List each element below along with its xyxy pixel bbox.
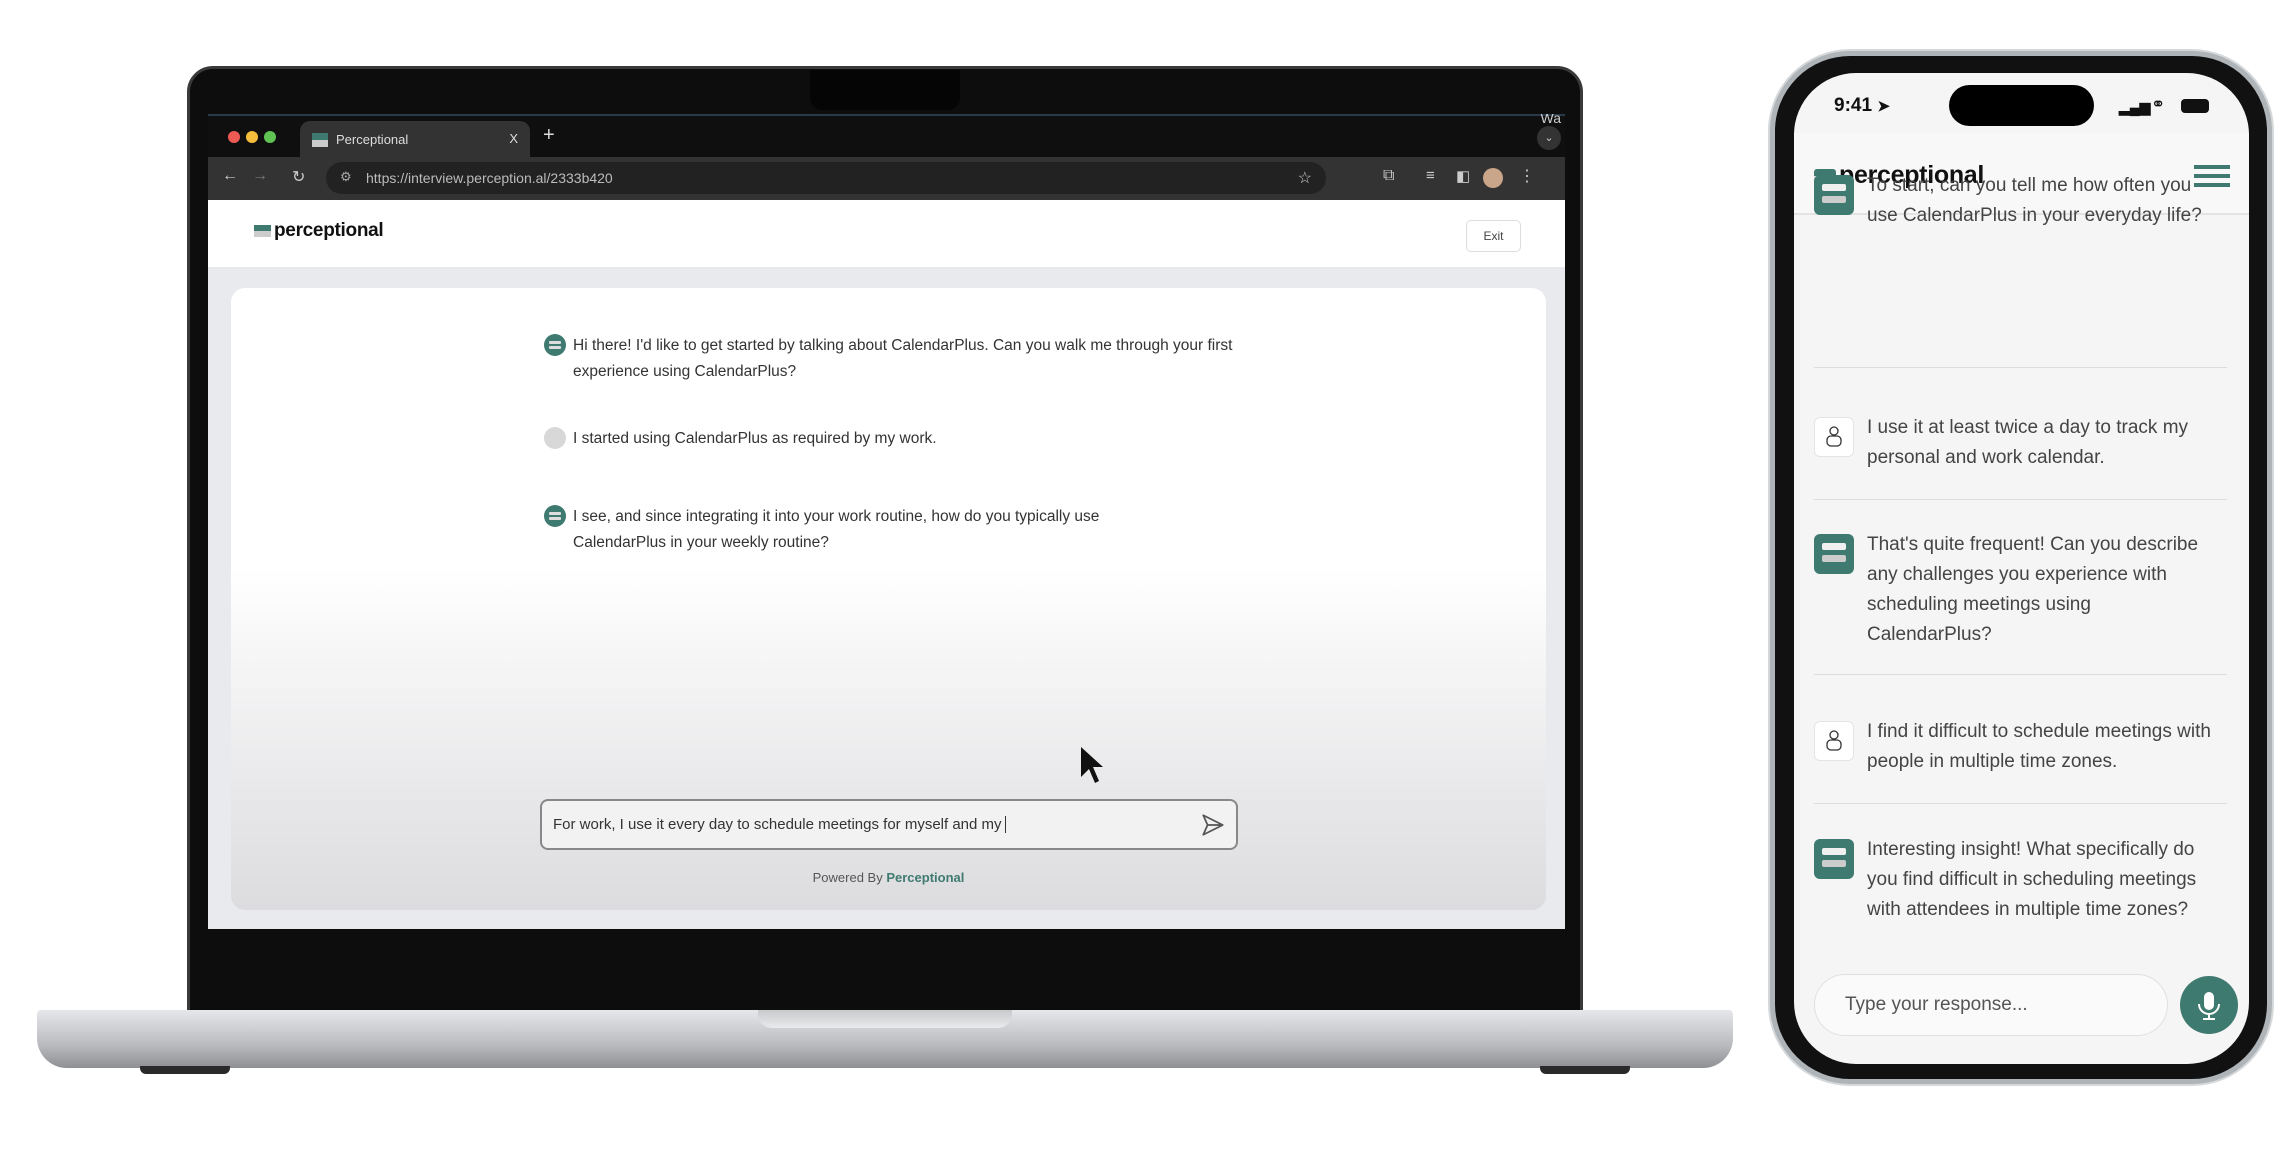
message-text: I find it difficult to schedule meetings… [1867,721,2211,772]
bookmark-star-icon[interactable]: ☆ [1298,168,1312,188]
bot-avatar-icon [1814,839,1854,879]
location-arrow-icon: ➤ [1877,98,1890,115]
message-text: I see, and since integrating it into you… [573,508,1100,551]
extensions-icon[interactable]: ⧉ [1383,167,1394,185]
message-text: That's quite frequent! Can you describe … [1867,534,2199,645]
message-text: I started using CalendarPlus as required… [573,430,937,447]
corner-text: Wa [1540,114,1561,126]
reload-icon[interactable]: ↻ [292,167,305,187]
divider [1814,674,2227,675]
message-text: Hi there! I'd like to get started by tal… [573,337,1233,380]
chat-message-user: I started using CalendarPlus as required… [544,426,1273,452]
tab-close-icon[interactable]: X [509,131,518,146]
message-text: To start, can you tell me how often you … [1867,175,2202,226]
maximize-window-dot[interactable] [264,131,276,143]
laptop-camera-notch [810,70,960,110]
signal-icon: ▂▄▆ [2119,99,2151,115]
back-icon[interactable]: ← [222,167,238,185]
logo-text: perceptional [274,220,384,241]
address-bar[interactable]: ⚙ https://interview.perception.al/2333b4… [326,162,1326,194]
menu-kebab-icon[interactable]: ⋮ [1519,166,1535,186]
bot-avatar-icon [544,334,566,356]
new-tab-button[interactable]: + [543,124,555,147]
browser-toolbar: ← → ↻ ⚙ https://interview.perception.al/… [208,157,1565,200]
browser-tab[interactable]: Perceptional X [300,121,530,159]
powered-prefix: Powered By [812,870,883,885]
response-input[interactable]: For work, I use it every day to schedule… [540,799,1238,850]
logo[interactable]: perceptional [254,220,384,242]
side-panel-icon[interactable]: ◧ [1456,167,1470,185]
chat-message-bot: That's quite frequent! Can you describe … [1814,530,2217,650]
user-avatar-icon [1814,417,1854,457]
reading-list-icon[interactable]: ≡ [1426,167,1435,184]
browser-tab-bar: Perceptional X + Wa ⌄ [208,114,1565,159]
profile-avatar[interactable] [1483,168,1503,188]
user-avatar-icon [544,427,566,449]
mouse-cursor-icon [1081,747,1103,783]
chat-message-user: I use it at least twice a day to track m… [1814,413,2217,473]
link-icon: ⚭ [2151,95,2166,114]
user-avatar-icon [1814,721,1854,761]
bot-avatar-icon [1814,175,1854,215]
divider [1814,499,2227,500]
site-settings-icon[interactable]: ⚙ [340,169,352,185]
chat-message-user: I find it difficult to schedule meetings… [1814,717,2217,777]
powered-by: Powered By Perceptional [231,870,1546,885]
tab-search-chevron-icon[interactable]: ⌄ [1537,126,1561,150]
favicon-icon [312,133,328,147]
close-window-dot[interactable] [228,131,240,143]
laptop-screen: Perceptional X + Wa ⌄ ← → ↻ ⚙ https://in… [208,114,1565,929]
message-text: I use it at least twice a day to track m… [1867,417,2189,468]
forward-icon[interactable]: → [252,167,268,185]
time-text: 9:41 [1834,95,1873,116]
divider [1814,367,2227,368]
laptop-opening-notch [758,1010,1012,1028]
exit-button[interactable]: Exit [1466,220,1521,252]
input-placeholder: Type your response... [1845,994,2028,1015]
response-input[interactable]: Type your response... [1814,974,2168,1036]
status-time: 9:41 ➤ [1834,95,1890,117]
bot-avatar-icon [1814,534,1854,574]
minimize-window-dot[interactable] [246,131,258,143]
input-value: For work, I use it every day to schedule… [553,816,1002,833]
powered-brand-link[interactable]: Perceptional [886,870,964,885]
logo-mark-icon [254,224,271,237]
phone-screen: 9:41 ➤ ▂▄▆ ⚭ perceptional To start, can … [1794,73,2249,1064]
laptop-foot [140,1066,230,1074]
chat-message-bot: Interesting insight! What specifically d… [1814,835,2217,925]
chat-message-bot: Hi there! I'd like to get started by tal… [544,333,1273,385]
battery-icon [2181,99,2209,113]
app-header: perceptional [208,200,1565,267]
dynamic-island [1949,85,2094,126]
tab-title: Perceptional [336,132,409,147]
text-caret [1004,816,1006,833]
chat-card: Hi there! I'd like to get started by tal… [231,288,1546,910]
laptop-foot [1540,1066,1630,1074]
chat-message-bot: To start, can you tell me how often you … [1814,171,2217,231]
message-text: Interesting insight! What specifically d… [1867,839,2197,920]
microphone-icon [2198,992,2220,1020]
bot-avatar-icon [544,505,566,527]
chat-message-bot: I see, and since integrating it into you… [544,504,1173,556]
url-text: https://interview.perception.al/2333b420 [366,170,613,186]
divider [1814,803,2227,804]
microphone-button[interactable] [2180,976,2238,1034]
send-icon[interactable] [1200,812,1226,838]
